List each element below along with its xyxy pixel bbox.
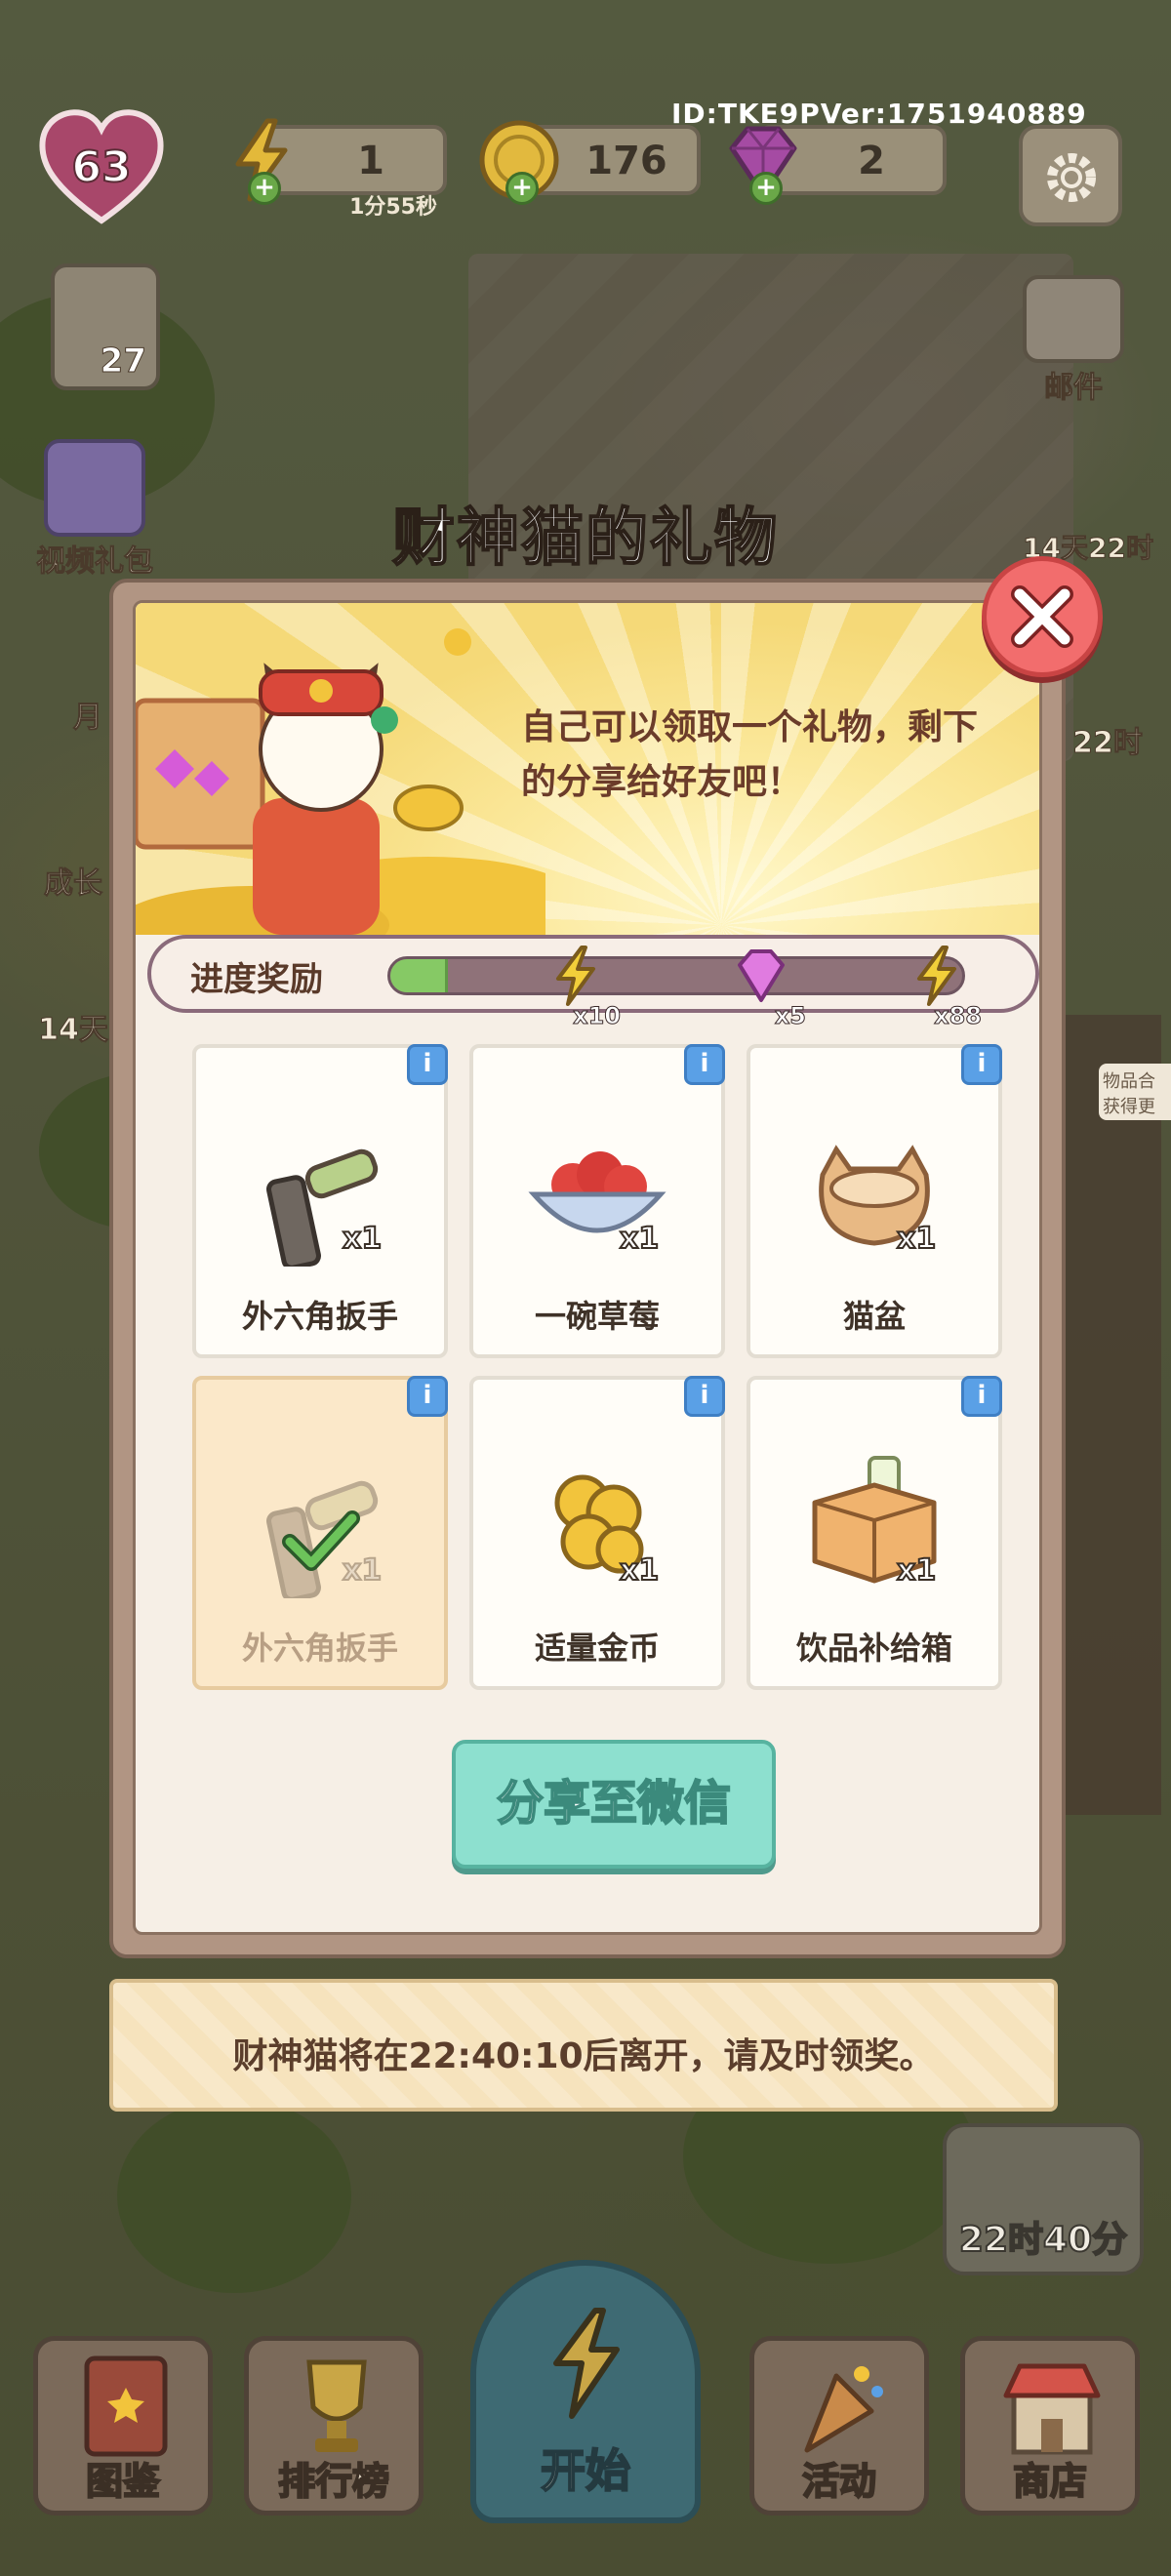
gift-card-strawberry-bowl[interactable]: i x1 一碗草莓 — [469, 1044, 725, 1358]
close-button[interactable] — [982, 556, 1103, 677]
share-to-wechat-button[interactable]: 分享至微信 — [452, 1740, 776, 1869]
gift-qty: x1 — [896, 1552, 937, 1589]
milestone-reward[interactable]: x88 — [908, 944, 982, 1030]
progress-fill — [390, 959, 448, 992]
info-icon[interactable]: i — [961, 1376, 1002, 1417]
energy-resource[interactable]: 1 + 1分55秒 — [235, 118, 447, 220]
leaderboard-button[interactable]: 排行榜 — [244, 2336, 424, 2516]
shop-button[interactable]: 商店 — [960, 2336, 1140, 2516]
energy-timer: 1分55秒 — [349, 195, 437, 220]
gift-name: 一碗草莓 — [534, 1298, 660, 1335]
event-timer-text: 22时40分 — [958, 2219, 1128, 2261]
info-icon[interactable]: i — [961, 1044, 1002, 1085]
milestone-count: x88 — [934, 1002, 983, 1030]
hint-line-1: 物品合 — [1103, 1071, 1155, 1092]
gift-qty: x1 — [619, 1221, 660, 1257]
gift-card-hex-wrench[interactable]: i x1 外六角扳手 — [192, 1044, 448, 1358]
star-count: 27 — [100, 342, 146, 382]
add-gems-button[interactable]: + — [749, 172, 783, 205]
banner-text: 自己可以领取一个礼物，剩下的分享给好友吧！ — [521, 707, 979, 802]
party-popper-icon — [804, 2366, 883, 2453]
progress-reward-bar: 进度奖励 x10 x5 x88 — [147, 935, 1039, 1030]
gift-modal-panel: 自己可以领取一个礼物，剩下的分享给好友吧！ 进度奖励 x10 x5 x88 i … — [109, 579, 1066, 1958]
fortune-cat-icon — [136, 628, 545, 935]
gift-card-hex-wrench-claimed[interactable]: i x1 外六角扳手 — [192, 1376, 448, 1690]
close-icon — [1011, 585, 1073, 648]
add-energy-button[interactable]: + — [248, 172, 281, 205]
start-label: 开始 — [540, 2443, 631, 2498]
milestone-reward[interactable]: x5 — [732, 944, 807, 1030]
hint-line-2: 获得更 — [1103, 1097, 1155, 1117]
gift-qty: x1 — [342, 1221, 383, 1257]
gift-name: 外六角扳手 — [241, 1630, 398, 1667]
catalog-label: 图鉴 — [85, 2459, 161, 2504]
energy-value: 1 — [357, 139, 384, 183]
start-button[interactable]: 开始 — [470, 2260, 701, 2523]
events-button[interactable]: 活动 — [749, 2336, 929, 2516]
events-label: 活动 — [801, 2459, 877, 2504]
mail-button[interactable]: 邮件 — [1015, 275, 1132, 406]
leaderboard-label: 排行榜 — [277, 2459, 390, 2504]
info-icon[interactable]: i — [684, 1044, 725, 1085]
info-icon[interactable]: i — [407, 1044, 448, 1085]
gem-icon — [738, 949, 785, 1002]
gift-qty: x1 — [342, 1552, 383, 1589]
settings-button[interactable] — [1019, 125, 1122, 226]
milestone-count: x10 — [573, 1002, 622, 1030]
level-badge[interactable]: 63 — [35, 105, 168, 226]
gift-modal-body: 自己可以领取一个礼物，剩下的分享给好友吧！ 进度奖励 x10 x5 x88 i … — [133, 600, 1042, 1935]
growth-fund-button[interactable]: 成长 — [29, 859, 117, 902]
gem-resource[interactable]: 2 + — [729, 125, 947, 205]
info-icon[interactable]: i — [684, 1376, 725, 1417]
mail-label: 邮件 — [1044, 371, 1104, 406]
catalog-button[interactable]: 图鉴 — [33, 2336, 213, 2516]
gift-card-gold-coins[interactable]: i x1 适量金币 — [469, 1376, 725, 1690]
task-list-button[interactable]: 27 — [47, 263, 164, 400]
gift-name: 适量金币 — [534, 1630, 660, 1667]
14day-label: 14天 — [38, 1013, 109, 1048]
gift-name: 外六角扳手 — [241, 1298, 398, 1335]
monthly-label: 月 — [73, 701, 103, 736]
add-coins-button[interactable]: + — [505, 172, 539, 205]
hint-bubble: 物品合 获得更 — [1099, 1064, 1171, 1120]
lightning-icon — [553, 2308, 620, 2419]
event-timer-2-label: 22时 — [1072, 726, 1144, 761]
level-value: 63 — [70, 141, 132, 193]
14day-button[interactable]: 14天 — [29, 1005, 117, 1048]
shop-icon — [1003, 2363, 1101, 2455]
gear-icon — [1047, 153, 1096, 202]
gift-name: 饮品补给箱 — [795, 1630, 952, 1667]
gift-card-drink-supply-box[interactable]: i x1 饮品补给箱 — [747, 1376, 1002, 1690]
gift-card-cat-bowl[interactable]: i x1 猫盆 — [747, 1044, 1002, 1358]
departure-notice: 财神猫将在22:40:10后离开，请及时领奖。 — [109, 1979, 1058, 2112]
departure-notice-text: 财神猫将在22:40:10后离开，请及时领奖。 — [232, 2036, 935, 2076]
progress-track: x10 x5 x88 — [387, 946, 982, 1030]
event-timer-2: 22时 — [1054, 718, 1161, 761]
gift-qty: x1 — [619, 1552, 660, 1589]
shop-label: 商店 — [1012, 2459, 1088, 2504]
clipboard-icon: 27 — [51, 263, 160, 390]
book-icon — [84, 2355, 168, 2457]
modal-title: 财神猫的礼物 — [391, 502, 779, 576]
lightning-icon — [556, 946, 595, 1006]
milestone-reward[interactable]: x10 — [546, 944, 621, 1030]
growth-label: 成长 — [44, 866, 103, 902]
banner: 自己可以领取一个礼物，剩下的分享给好友吧！ — [136, 603, 1039, 935]
info-icon[interactable]: i — [407, 1376, 448, 1417]
coin-value: 176 — [586, 139, 667, 183]
monthly-card-button[interactable]: 月 — [59, 693, 117, 736]
envelope-icon — [1023, 275, 1124, 363]
event-timer-badge[interactable]: 22时40分 — [943, 2123, 1144, 2275]
progress-label: 进度奖励 — [190, 960, 323, 999]
coin-resource[interactable]: 176 + — [479, 120, 701, 205]
milestone-count: x5 — [774, 1002, 806, 1030]
trophy-icon — [306, 2359, 367, 2452]
gem-value: 2 — [858, 139, 885, 183]
lightning-icon — [917, 946, 956, 1006]
gift-name: 猫盆 — [842, 1298, 906, 1335]
gift-qty: x1 — [896, 1221, 937, 1257]
